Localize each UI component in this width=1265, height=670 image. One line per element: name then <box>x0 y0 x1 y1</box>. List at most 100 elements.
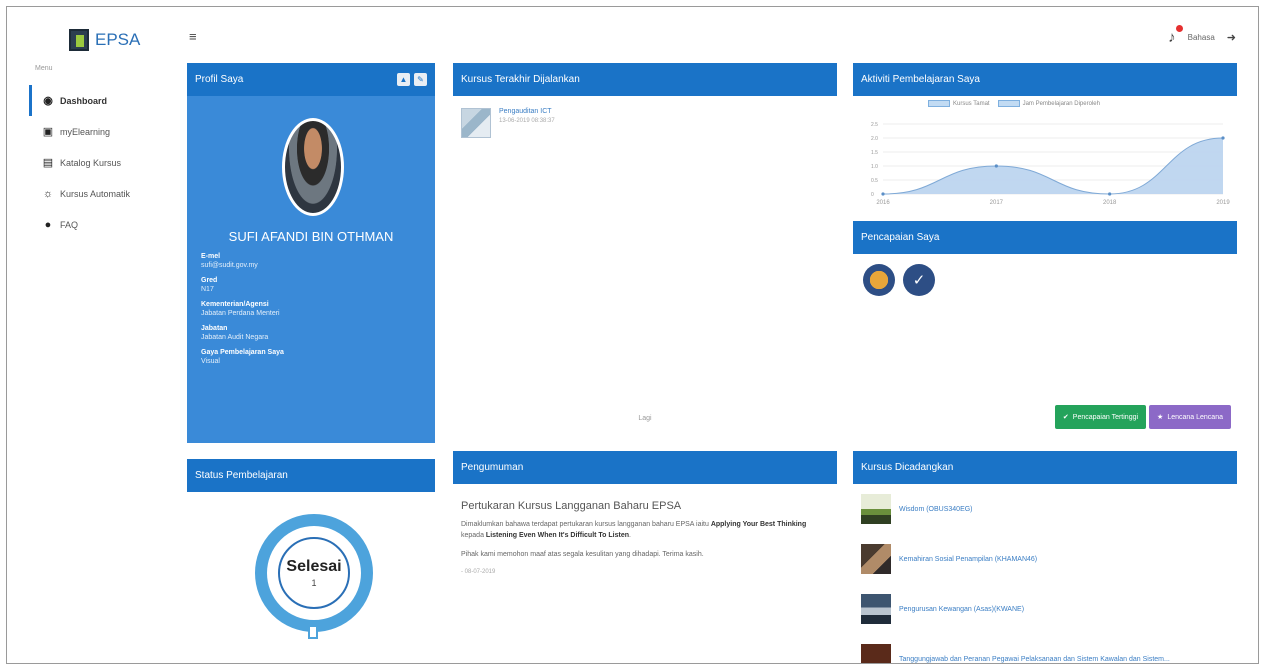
medal-icon[interactable] <box>863 264 895 296</box>
profile-field: E-mel sufi@sudit.gov.my <box>201 253 284 269</box>
announcement-text: kepada <box>461 531 486 539</box>
sidebar-item-label: Katalog Kursus <box>60 157 122 168</box>
profile-field: Gaya Pembelajaran Saya Visual <box>201 349 284 365</box>
profile-header: Profil Saya ▲ ✎ <box>187 63 435 96</box>
list-item[interactable]: Tanggungjawab dan Peranan Pegawai Pelaks… <box>853 634 1237 663</box>
badge-list: ✓ <box>853 254 1237 306</box>
legend-item[interactable]: Jam Pembelajaran Diperoleh <box>997 100 1100 108</box>
recent-courses-panel: Kursus Terakhir Dijalankan Pengauditan I… <box>453 63 837 443</box>
app-frame: EPSA Menu ◉ Dashboard ▣ myElearning ▤ Ka… <box>6 6 1259 664</box>
edit-icon[interactable]: ✎ <box>414 73 427 86</box>
x-tick-label: 2016 <box>876 200 890 206</box>
data-point <box>1108 192 1112 196</box>
profile-field: Gred N17 <box>201 277 284 293</box>
more-link[interactable]: Lagi <box>453 415 837 422</box>
list-item[interactable]: Kemahiran Sosial Penampilan (KHAMAN46) <box>853 534 1237 584</box>
menu-caption: Menu <box>35 65 53 72</box>
user-icon[interactable]: ▲ <box>397 73 410 86</box>
logo-icon <box>69 29 89 51</box>
announcement-panel: Pengumuman Pertukaran Kursus Langganan B… <box>453 451 837 663</box>
signout-icon[interactable]: ➜ <box>1227 31 1236 44</box>
course-title[interactable]: Tanggungjawab dan Peranan Pegawai Pelaks… <box>899 656 1170 663</box>
data-point <box>994 164 998 168</box>
course-thumbnail <box>461 108 491 138</box>
dashboard-icon: ◉ <box>43 95 53 107</box>
data-point <box>881 192 885 196</box>
data-point <box>1221 136 1225 140</box>
activity-header: Aktiviti Pembelajaran Saya <box>853 63 1237 96</box>
profile-panel: Profil Saya ▲ ✎ SUFI AFANDI BIN OTHMAN E… <box>187 63 435 443</box>
sidebar-item-dashboard[interactable]: ◉ Dashboard <box>29 85 169 116</box>
status-ring-center: Selesai 1 <box>278 537 350 609</box>
profile-fields: E-mel sufi@sudit.gov.my Gred N17 Kemente… <box>201 253 284 373</box>
profile-name: SUFI AFANDI BIN OTHMAN <box>228 229 394 244</box>
field-value: N17 <box>201 286 214 293</box>
profile-field: Jabatan Jabatan Audit Negara <box>201 325 284 341</box>
announcement-bold: Applying Your Best Thinking <box>710 521 807 528</box>
course-title[interactable]: Wisdom (OBUS340EG) <box>899 506 973 513</box>
list-item[interactable]: Pengauditan ICT 13-06-2019 08:38:37 <box>453 96 837 150</box>
avatar <box>282 118 344 216</box>
circle-icon: ● <box>44 218 52 231</box>
x-tick-label: 2019 <box>1216 200 1230 206</box>
activity-chart: 0 0.5 1.0 1.5 2.0 2.5 2016 2017 2018 2019 Kursus … <box>853 96 1237 213</box>
y-tick-label: 0.5 <box>871 178 878 184</box>
field-value: Visual <box>201 358 220 365</box>
field-key: Jabatan <box>201 325 228 332</box>
button-label: Pencapaian Tertinggi <box>1072 413 1139 421</box>
legend-item[interactable]: Kursus Tamat <box>928 100 990 107</box>
y-tick-label: 2.5 <box>871 122 878 128</box>
sidebar-item-myelearning[interactable]: ▣ myElearning <box>29 116 169 147</box>
panel-title: Status Pembelajaran <box>195 470 288 481</box>
status-header: Status Pembelajaran <box>187 459 435 492</box>
sidebar-item-automatik[interactable]: ☼ Kursus Automatik <box>29 178 169 209</box>
course-thumbnail <box>861 644 891 663</box>
announcement-body: Dimaklumkan bahawa terdapat pertukaran k… <box>461 520 829 542</box>
brand-logo[interactable]: EPSA <box>69 29 140 51</box>
field-key: Gaya Pembelajaran Saya <box>201 349 284 356</box>
badges-button[interactable]: ★ Lencana Lencana <box>1149 405 1231 429</box>
check-icon[interactable]: ✓ <box>903 264 935 296</box>
activity-panel: Aktiviti Pembelajaran Saya 0 0.5 1.0 1.5 2.0… <box>853 63 1237 213</box>
language-selector[interactable]: Bahasa <box>1188 33 1215 42</box>
suggested-courses-panel: Kursus Dicadangkan Wisdom (OBUS340EG) Ke… <box>853 451 1237 663</box>
y-tick-label: 1.5 <box>871 150 878 156</box>
panel-title: Aktiviti Pembelajaran Saya <box>861 74 980 85</box>
list-item[interactable]: Pengurusan Kewangan (Asas)(KWANE) <box>853 584 1237 634</box>
sidebar-item-katalog[interactable]: ▤ Katalog Kursus <box>29 147 169 178</box>
course-title[interactable]: Kemahiran Sosial Penampilan (KHAMAN46) <box>899 556 1037 563</box>
list-item[interactable]: Wisdom (OBUS340EG) <box>853 484 1237 534</box>
hamburger-menu-icon[interactable]: ≡ <box>189 29 197 44</box>
field-value: Jabatan Audit Negara <box>201 334 269 341</box>
notification-badge <box>1176 25 1184 32</box>
announcement-bold: Listening Even When It's Difficult To Li… <box>485 531 630 539</box>
sidebar-item-label: myElearning <box>60 126 111 137</box>
sidebar-nav: ◉ Dashboard ▣ myElearning ▤ Katalog Kurs… <box>29 85 169 240</box>
course-date: 13-06-2019 08:38:37 <box>499 118 555 124</box>
achievement-actions: ✔ Pencapaian Tertinggi ★ Lencana Lencana <box>1054 405 1231 429</box>
field-value: sufi@sudit.gov.my <box>201 262 258 269</box>
course-title[interactable]: Pengurusan Kewangan (Asas)(KWANE) <box>899 606 1024 613</box>
sidebar-item-label: Dashboard <box>60 95 108 106</box>
sidebar-item-faq[interactable]: ● FAQ <box>29 209 169 240</box>
legend-label: Jam Pembelajaran Diperoleh <box>1022 101 1100 108</box>
status-ring: Selesai 1 <box>255 514 373 632</box>
trophy-icon: ✔ <box>1062 414 1069 421</box>
status-label: Selesai <box>286 558 342 575</box>
status-panel: Status Pembelajaran Selesai 1 <box>187 459 435 663</box>
highest-achievement-button[interactable]: ✔ Pencapaian Tertinggi <box>1054 405 1147 429</box>
announcement-sorry: Pihak kami memohon maaf atas segala kesu… <box>461 550 704 558</box>
panel-title: Profil Saya <box>195 74 244 85</box>
course-title[interactable]: Pengauditan ICT <box>499 108 555 115</box>
sidebar-item-label: FAQ <box>60 219 79 230</box>
bell-icon[interactable]: ♪ <box>1168 25 1184 46</box>
profile-field: Kementerian/Agensi Jabatan Perdana Mente… <box>201 301 284 317</box>
activity-chart-svg: 0 0.5 1.0 1.5 2.0 2.5 2016 2017 2018 2019 <box>871 122 1230 206</box>
announcement-text: . <box>629 531 631 539</box>
button-label: Lencana Lencana <box>1167 413 1223 421</box>
y-tick-label: 1.0 <box>871 164 878 170</box>
field-key: E-mel <box>201 253 221 260</box>
course-thumbnail <box>861 494 891 524</box>
field-value: Jabatan Perdana Menteri <box>201 310 280 317</box>
recent-header: Kursus Terakhir Dijalankan <box>453 63 837 96</box>
